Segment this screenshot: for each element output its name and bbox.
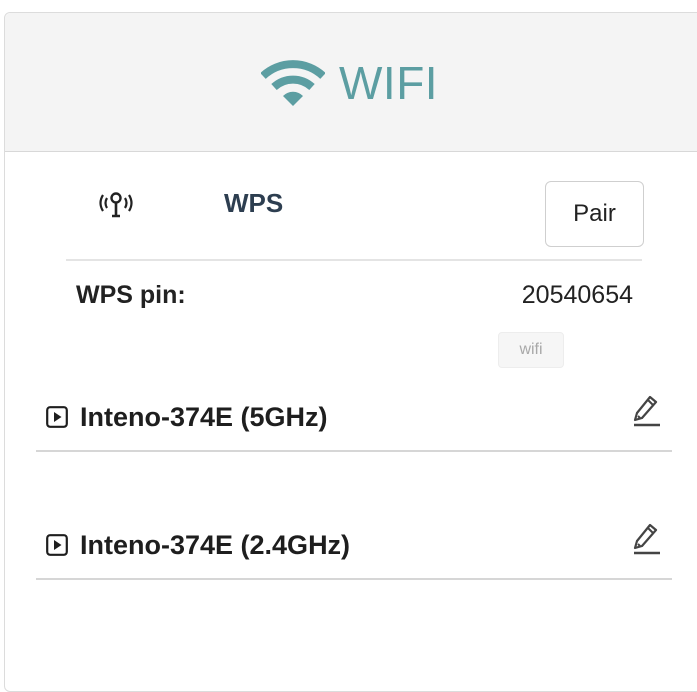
- wps-pin-label: WPS pin:: [76, 281, 186, 309]
- network-name: Inteno-374E (2.4GHz): [80, 530, 351, 560]
- wps-label: WPS: [224, 188, 284, 218]
- wifi-icon: [260, 58, 326, 108]
- wps-antenna-icon: [94, 190, 138, 220]
- expand-icon: [46, 406, 68, 428]
- wifi-panel: WIFI: [4, 12, 697, 692]
- edit-icon[interactable]: [630, 392, 664, 432]
- tag-badge: wifi: [498, 332, 564, 368]
- network-name: Inteno-374E (5GHz): [80, 402, 328, 432]
- panel-title: WIFI: [260, 53, 439, 113]
- expand-icon: [46, 534, 68, 556]
- wps-pin-value: 20540654: [521, 281, 633, 309]
- divider: [66, 259, 642, 261]
- panel-title-text: WIFI: [339, 57, 439, 109]
- edit-icon[interactable]: [630, 520, 664, 560]
- network-row-2-4ghz[interactable]: Inteno-374E (2.4GHz): [36, 520, 672, 580]
- wps-row: [94, 190, 138, 220]
- panel-header: WIFI: [5, 13, 697, 152]
- pair-button[interactable]: Pair: [545, 181, 644, 247]
- network-row-5ghz[interactable]: Inteno-374E (5GHz): [36, 392, 672, 452]
